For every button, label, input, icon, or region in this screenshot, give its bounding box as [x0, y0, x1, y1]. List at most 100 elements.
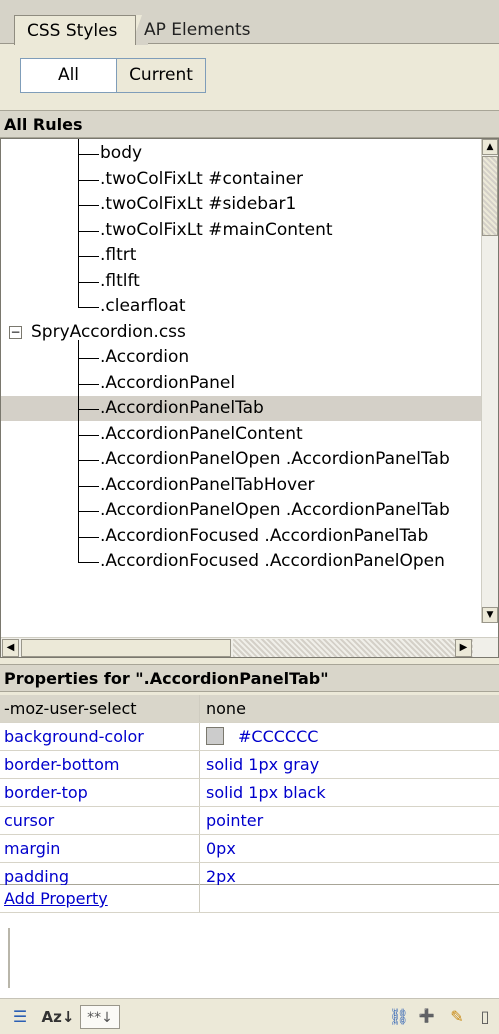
tree-item[interactable]: .clearfloat: [1, 294, 483, 319]
all-mode-button[interactable]: All: [21, 59, 117, 92]
tree-item[interactable]: body: [1, 141, 483, 166]
tree-connector: [78, 383, 99, 385]
rules-tree: body .twoColFixLt #container .twoColFixLt …: [0, 138, 499, 658]
vertical-scroll-thumb[interactable]: [482, 156, 498, 236]
tree-connector: [78, 179, 99, 181]
splitter-handle[interactable]: [8, 928, 10, 988]
delete-rule-icon[interactable]: ▯: [474, 1005, 496, 1029]
tree-item[interactable]: .AccordionPanel: [1, 371, 483, 396]
property-name: border-bottom: [0, 751, 200, 778]
panel-tab-bar: CSS Styles AP Elements: [0, 0, 499, 45]
horizontal-scroll-track[interactable]: [233, 639, 473, 657]
property-value-text: #CCCCCC: [238, 727, 319, 746]
tree-item-label: .fltrt: [100, 245, 137, 265]
tree-connector: [78, 409, 99, 410]
properties-empty-area: Add Property: [0, 885, 499, 998]
tab-css-styles[interactable]: CSS Styles: [14, 15, 136, 45]
color-swatch-icon[interactable]: [206, 727, 224, 745]
tab-ap-elements[interactable]: AP Elements: [128, 15, 282, 45]
tree-item-label: .twoColFixLt #mainContent: [100, 219, 333, 240]
scroll-up-arrow-icon[interactable]: ▲: [482, 139, 498, 155]
scroll-left-arrow-icon[interactable]: ◀: [2, 639, 19, 657]
tree-item[interactable]: .AccordionPanelTabHover: [1, 473, 483, 498]
set-properties-icon[interactable]: **↓: [80, 1005, 120, 1029]
tree-connector: [78, 307, 99, 308]
properties-table: -moz-user-select none background-color #…: [0, 695, 499, 891]
tree-item-label: .AccordionPanelTabHover: [100, 474, 315, 495]
tab-ap-elements-label: AP Elements: [144, 20, 251, 40]
all-rules-header: All Rules: [0, 110, 499, 138]
tree-item[interactable]: .Accordion: [1, 345, 483, 370]
property-row[interactable]: cursor pointer: [0, 807, 499, 835]
current-mode-button[interactable]: Current: [117, 59, 205, 92]
property-name: background-color: [0, 723, 200, 750]
property-value[interactable]: pointer: [201, 807, 499, 834]
vertical-scrollbar[interactable]: ▲ ▼: [481, 139, 498, 623]
property-row[interactable]: margin 0px: [0, 835, 499, 863]
property-row[interactable]: border-bottom solid 1px gray: [0, 751, 499, 779]
alphabetical-sort-icon[interactable]: Az↓: [38, 1005, 78, 1029]
tree-item[interactable]: .twoColFixLt #sidebar1: [1, 192, 483, 217]
view-mode-toggle: All Current: [20, 58, 206, 93]
tree-connector: [78, 460, 99, 461]
tree-item[interactable]: .AccordionFocused .AccordionPanelTab: [1, 524, 483, 549]
properties-header: Properties for ".AccordionPanelTab": [0, 664, 499, 692]
tree-item-label: .twoColFixLt #sidebar1: [100, 194, 297, 214]
add-property-value: [201, 885, 499, 912]
property-name: border-top: [0, 779, 200, 806]
tree-item-label: .AccordionPanelTab: [100, 398, 264, 418]
edit-rule-icon[interactable]: ✎: [446, 1005, 468, 1029]
tree-item[interactable]: .AccordionPanelContent: [1, 422, 483, 447]
property-name: margin: [0, 835, 200, 862]
property-row[interactable]: background-color #CCCCCC: [0, 723, 499, 751]
property-value[interactable]: #CCCCCC: [201, 723, 499, 750]
new-rule-icon[interactable]: ➕: [416, 1005, 438, 1029]
tree-item[interactable]: .AccordionPanelOpen .AccordionPanelTab: [1, 498, 483, 523]
horizontal-scrollbar[interactable]: ◀ ▶: [1, 637, 498, 657]
tree-connector: [78, 139, 79, 307]
tree-item-label: .clearfloat: [100, 296, 186, 316]
tree-item[interactable]: .fltrt: [1, 243, 483, 268]
property-row[interactable]: border-top solid 1px black: [0, 779, 499, 807]
property-row[interactable]: -moz-user-select none: [0, 695, 499, 723]
property-value[interactable]: 0px: [201, 835, 499, 862]
tree-item-label: body: [100, 143, 143, 163]
tree-item[interactable]: .AccordionPanelTab: [1, 396, 483, 421]
tree-item-label: .fltlft: [100, 270, 140, 291]
collapse-icon[interactable]: −: [9, 325, 22, 339]
tree-item-label: .AccordionFocused .AccordionPanelOpen: [100, 551, 445, 571]
tree-connector: [78, 485, 99, 487]
add-property-link[interactable]: Add Property: [0, 885, 200, 912]
tree-connector: [78, 281, 99, 283]
tree-connector: [78, 205, 99, 206]
tree-item-label: .twoColFixLt #container: [100, 168, 304, 189]
add-property-row: Add Property: [0, 885, 499, 913]
css-styles-panel: CSS Styles AP Elements All Current All R…: [0, 0, 499, 1034]
tree-item[interactable]: .fltlft: [1, 269, 483, 294]
scroll-down-arrow-icon[interactable]: ▼: [482, 607, 498, 623]
tree-item-label: .AccordionFocused .AccordionPanelTab: [100, 525, 429, 546]
attach-stylesheet-icon[interactable]: ⛓: [388, 1005, 410, 1029]
tree-item[interactable]: .AccordionPanelOpen .AccordionPanelTab: [1, 447, 483, 472]
property-value[interactable]: solid 1px black: [201, 779, 499, 806]
category-view-icon[interactable]: ☰: [8, 1005, 32, 1029]
tree-connector: [78, 536, 99, 538]
property-value[interactable]: solid 1px gray: [201, 751, 499, 778]
tree-item-label: .AccordionPanelOpen .AccordionPanelTab: [100, 449, 450, 469]
scroll-right-arrow-icon[interactable]: ▶: [455, 639, 472, 657]
tree-connector: [78, 434, 99, 436]
property-value[interactable]: none: [201, 695, 499, 722]
tree-item[interactable]: .AccordionFocused .AccordionPanelOpen: [1, 549, 483, 574]
tree-connector: [78, 339, 79, 562]
bottom-toolbar: ☰ Az↓ **↓ ⛓ ➕ ✎ ▯: [0, 998, 499, 1034]
tree-connector: [78, 154, 99, 155]
tree-item[interactable]: .twoColFixLt #mainContent: [1, 218, 483, 243]
horizontal-scroll-thumb[interactable]: [21, 639, 231, 657]
tree-item-label: .Accordion: [100, 347, 190, 367]
tree-item-label: .AccordionPanelContent: [100, 423, 303, 444]
tree-connector: [78, 358, 99, 359]
tree-item[interactable]: .twoColFixLt #container: [1, 167, 483, 192]
tree-group-item[interactable]: − SpryAccordion.css: [1, 320, 483, 345]
add-property-text: Add Property: [4, 889, 108, 908]
property-name: -moz-user-select: [0, 695, 200, 722]
